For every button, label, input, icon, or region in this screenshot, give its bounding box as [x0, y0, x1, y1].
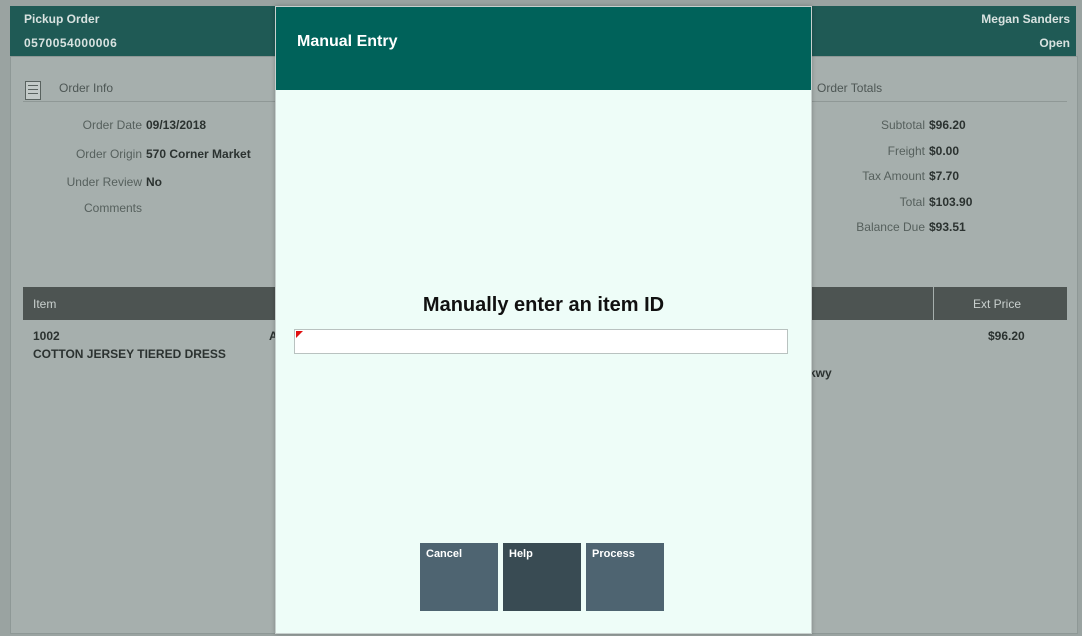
- order-date-value: 09/13/2018: [146, 118, 207, 132]
- column-ext-price: Ext Price: [973, 297, 1022, 311]
- entry-prompt: Manually enter an item ID: [422, 294, 665, 316]
- subtotal-row: Subtotal $96.20: [880, 118, 966, 132]
- page-title: Pickup Order: [24, 12, 100, 26]
- document-icon: [25, 81, 41, 100]
- item-description: COTTON JERSEY TIERED DRESS: [33, 347, 226, 361]
- comments-row: Comments: [83, 201, 142, 215]
- order-number: 0570054000006: [24, 36, 118, 50]
- item-partial-address: kwy: [809, 366, 832, 380]
- user-name: Megan Sanders: [981, 12, 1070, 26]
- item-ext-price: $96.20: [988, 329, 1025, 343]
- order-totals-title: Order Totals: [817, 81, 883, 95]
- tax-row: Tax Amount $7.70: [862, 169, 960, 183]
- order-info-title: Order Info: [59, 81, 114, 95]
- item-id-input[interactable]: [295, 330, 787, 353]
- balance-row: Balance Due $93.51: [856, 220, 966, 234]
- order-status: Open: [1039, 36, 1070, 50]
- help-button[interactable]: Help: [503, 543, 581, 611]
- cancel-button[interactable]: Cancel: [420, 543, 498, 611]
- total-row: Total $103.90: [899, 195, 973, 209]
- order-date-row: Order Date 09/13/2018: [82, 118, 207, 132]
- column-item: Item: [33, 297, 57, 311]
- process-button[interactable]: Process: [586, 543, 664, 611]
- order-origin-value: 570 Corner Market: [146, 147, 251, 161]
- freight-row: Freight $0.00: [887, 144, 960, 158]
- dialog-title: Manual Entry: [297, 33, 398, 50]
- under-review-value: No: [146, 175, 162, 189]
- item-id-field[interactable]: [294, 329, 788, 354]
- dialog-header: Manual Entry: [276, 7, 811, 90]
- under-review-row: Under Review No: [66, 175, 162, 189]
- order-origin-row: Order Origin 570 Corner Market: [75, 147, 251, 161]
- manual-entry-dialog: Manual Entry Manually enter an item ID C…: [275, 6, 812, 634]
- item-id: 1002: [33, 329, 60, 343]
